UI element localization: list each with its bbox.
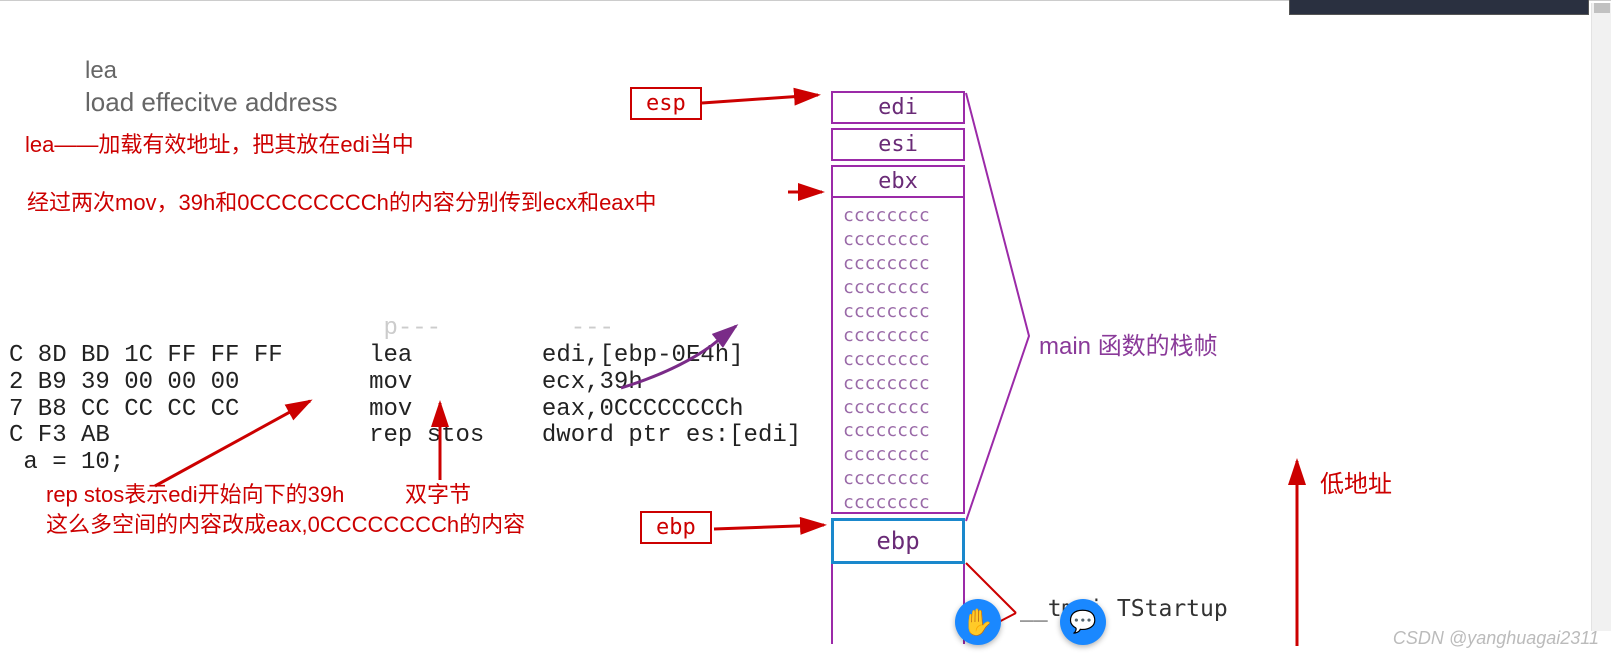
- arrow-esp: [700, 77, 830, 117]
- scrollbar-thumb[interactable]: [1594, 3, 1610, 13]
- text-lea: lea: [85, 57, 117, 85]
- annotation-lea-cn: lea——加载有效地址，把其放在edi当中: [25, 127, 414, 159]
- watermark: CSDN @yanghuagai2311: [1393, 628, 1599, 649]
- arrow-ebp: [712, 503, 832, 543]
- stack-cell-ebx: ebx: [831, 165, 965, 198]
- arrow-low-address: [1283, 451, 1311, 651]
- annotation-mov-cn: 经过两次mov，39h和0CCCCCCCCh的内容分别传到ecx和eax中: [27, 185, 657, 217]
- vertical-scrollbar[interactable]: [1591, 3, 1611, 631]
- label-main-frame: main 函数的栈帧: [1039, 326, 1218, 361]
- stack-cc-block: cccccccc cccccccc cccccccc cccccccc cccc…: [831, 198, 965, 514]
- text-lea-full: load effecitve address: [85, 87, 337, 118]
- stack-cell-esi: esi: [831, 128, 965, 161]
- hand-tool-button[interactable]: ✋: [955, 599, 1001, 645]
- stack-below-ebp: [831, 564, 965, 644]
- chat-icon: 💬: [1069, 609, 1096, 635]
- pointer-label-esp: esp: [630, 87, 702, 120]
- chat-button[interactable]: 💬: [1060, 599, 1106, 645]
- brace-main-frame: [964, 91, 1044, 526]
- diagram-canvas: lea load effecitve address lea——加载有效地址，把…: [0, 0, 1611, 657]
- annotation-double-byte: 双字节: [405, 477, 471, 509]
- hand-icon: ✋: [962, 607, 994, 638]
- stack-column: edi esi ebx cccccccc cccccccc cccccccc c…: [831, 91, 965, 644]
- label-tmain: __tmai TStartup: [1020, 596, 1228, 622]
- stack-cell-ebp: ebp: [831, 518, 965, 564]
- video-thumbnail: [1289, 0, 1589, 15]
- pointer-label-ebp: ebp: [640, 511, 712, 544]
- arrow-mid: [786, 177, 830, 207]
- disassembly-code: p--- --- C 8D BD 1C FF FF FF lea edi,[eb…: [9, 289, 801, 477]
- stack-cell-edi: edi: [831, 91, 965, 124]
- label-low-address: 低地址: [1320, 464, 1392, 499]
